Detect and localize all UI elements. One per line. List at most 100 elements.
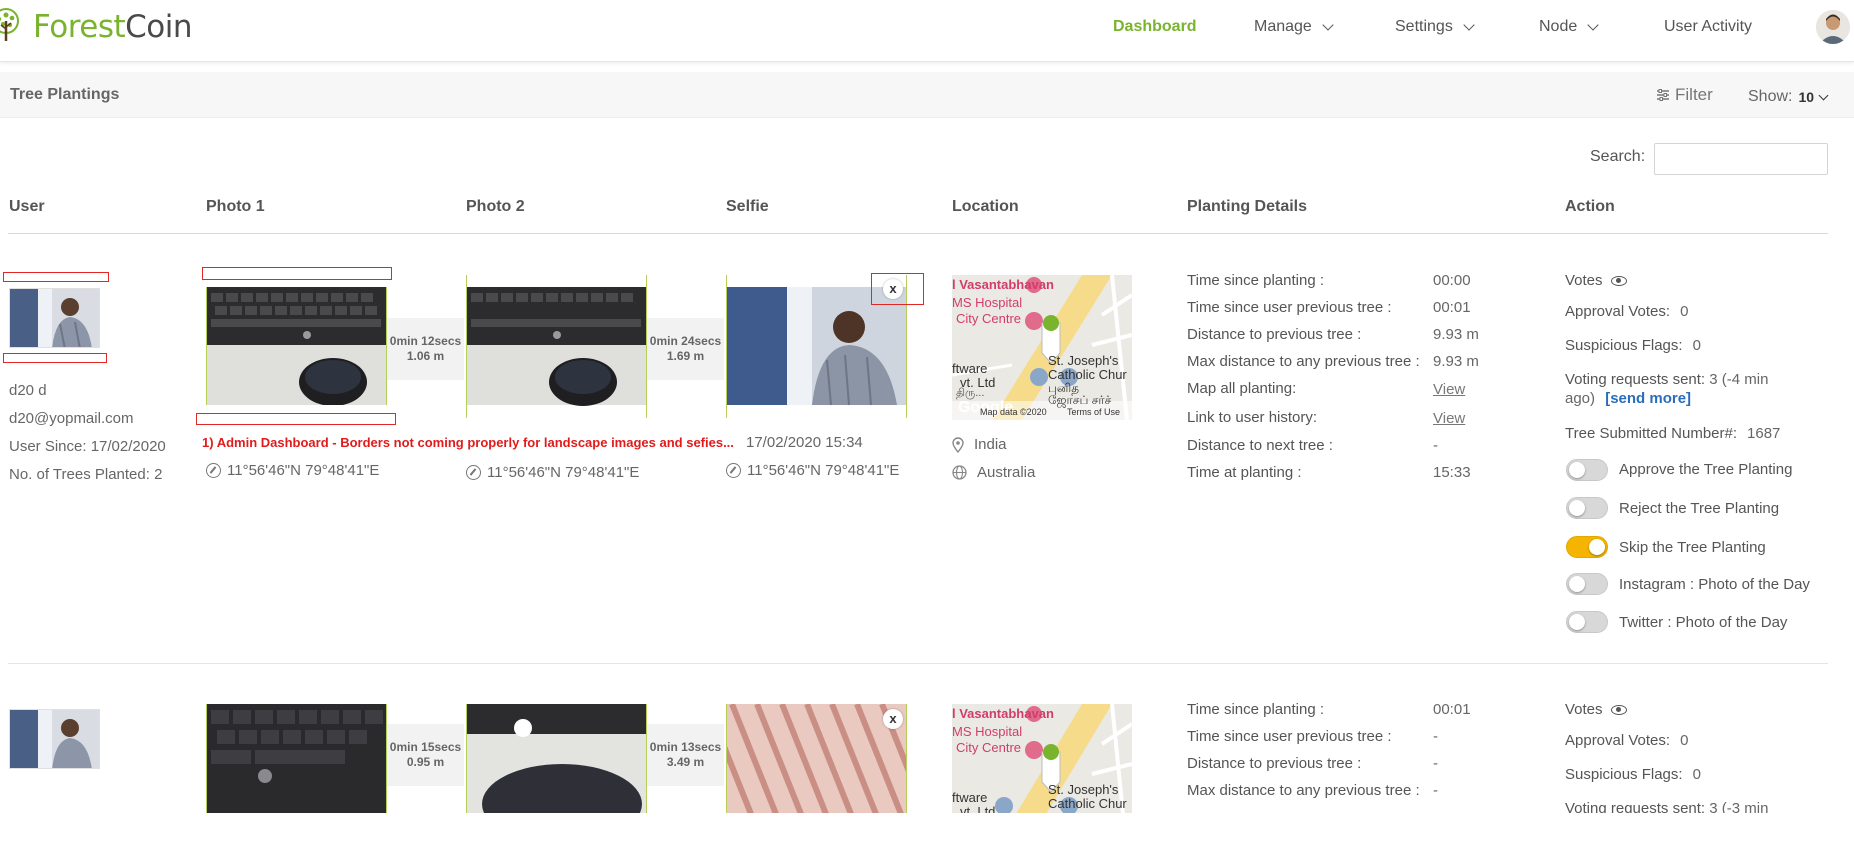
user-photo[interactable] [9,288,100,348]
compass-icon [726,463,741,478]
pd-label: Distance to next tree : [1187,437,1333,454]
col-header-selfie[interactable]: Selfie [726,198,769,216]
col-header-planting-details[interactable]: Planting Details [1187,198,1307,216]
votes-label: Votes [1565,701,1603,718]
keyboard-photo [207,704,386,814]
map-label: MS Hospital [952,295,1023,310]
forestcoin-logo[interactable]: ForestCoin [0,5,193,49]
tree-logo-icon [0,8,19,41]
table-row-2: 0min 15secs 0.95 m 0min 13secs 3.49 m x [0,664,1854,814]
map-label: MS Hospital [952,724,1023,739]
map-attribution: Map data ©2020 [980,407,1047,417]
search-label: Search: [1590,148,1646,165]
nav-user-activity-label: User Activity [1664,18,1753,35]
pd-value: - [1433,728,1438,745]
pd-label: Distance to previous tree : [1187,755,1362,772]
filter-button[interactable]: Filter [1656,85,1713,105]
header-divider [8,233,1828,234]
gap-distance: 1.69 m [666,349,705,363]
pd-value: 15:33 [1433,464,1471,481]
location-region: Australia [952,464,1035,481]
close-icon[interactable]: x [883,279,903,299]
votes-heading[interactable]: Votes [1565,701,1627,718]
close-icon[interactable]: x [883,709,903,729]
col-header-user[interactable]: User [9,198,45,216]
map-label: l Vasantabhavan [952,277,1054,292]
eye-icon[interactable] [1610,276,1627,287]
send-more-link[interactable]: [send more] [1605,390,1691,407]
col-header-location[interactable]: Location [952,198,1019,216]
region-text: Australia [977,464,1036,481]
skip-toggle[interactable] [1566,536,1608,558]
compass-icon [466,465,481,480]
approval-votes: Approval Votes: 0 [1565,732,1688,749]
compass-icon [206,463,221,478]
nav-manage[interactable]: Manage [1254,18,1334,36]
col-header-photo2[interactable]: Photo 2 [466,198,525,216]
show-count-select[interactable]: Show: 10 [1748,88,1829,106]
user-history-view-link[interactable]: View [1433,410,1465,427]
eye-icon[interactable] [1610,705,1627,716]
map-all-view-link[interactable]: View [1433,381,1465,398]
nav-manage-label: Manage [1254,18,1312,35]
gap-time: 0min 15secs [389,740,462,754]
twitter-toggle[interactable] [1566,611,1608,633]
photo1-image[interactable] [206,287,387,405]
pd-label: Time since user previous tree : [1187,299,1392,316]
col-header-action[interactable]: Action [1565,198,1615,216]
coord-text: 11°56'46"N 79°48'41"E [487,464,640,481]
map-label: Catholic Chur [1048,367,1127,382]
user-email: d20@yopmail.com [9,410,134,427]
instagram-toggle[interactable] [1566,573,1608,595]
location-map[interactable]: l Vasantabhavan MS Hospital City Centre … [952,704,1132,814]
nav-settings[interactable]: Settings [1395,18,1475,36]
annotation-note: 1) Admin Dashboard - Borders not coming … [202,435,734,450]
annotation-rect [3,353,107,363]
instagram-toggle-label: Instagram : Photo of the Day [1619,576,1810,593]
suspicious-flags: Suspicious Flags: 0 [1565,766,1701,783]
selfie-timestamp: 17/02/2020 15:34 [746,434,863,451]
skip-toggle-label: Skip the Tree Planting [1619,539,1766,556]
search-input[interactable] [1654,143,1828,175]
striped-shirt-photo [727,704,906,814]
requests-value: 3 (-3 min [1709,800,1769,814]
approval-label: Approval Votes: [1565,732,1671,749]
location-map[interactable]: l Vasantabhavan MS Hospital City Centre … [952,275,1132,420]
pd-value: 9.93 m [1433,326,1479,343]
pd-label: Time since user previous tree : [1187,728,1392,745]
pd-label: Max distance to any previous tree : [1187,353,1420,370]
map-label: St. Joseph's [1048,782,1119,797]
approve-toggle[interactable] [1566,459,1608,481]
page-title: Tree Plantings [10,86,120,103]
selfie-image[interactable] [726,704,907,814]
location-country: India [952,436,1007,453]
selfie-coordinates: 11°56'46"N 79°48'41"E [726,462,899,479]
annotation-rect [202,267,392,280]
nav-dashboard[interactable]: Dashboard [1113,18,1197,36]
photo1-coordinates: 11°56'46"N 79°48'41"E [206,462,379,479]
gap-time: 0min 12secs [389,334,462,348]
reject-toggle[interactable] [1566,497,1608,519]
user-avatar[interactable] [1816,10,1850,44]
keyboard-mouse-photo [467,704,646,814]
nav-settings-label: Settings [1395,18,1453,35]
user-photo[interactable] [9,709,100,769]
pd-label: Max distance to any previous tree : [1187,782,1420,799]
user-photo-image [10,710,99,768]
votes-heading[interactable]: Votes [1565,272,1627,289]
photo2-image[interactable] [466,275,647,418]
requests-value-cont: ago) [1565,390,1596,407]
pd-value: - [1433,782,1438,799]
approval-votes: Approval Votes: 0 [1565,303,1688,320]
photo2-image[interactable] [466,704,647,814]
map-label: St. Joseph's [1048,353,1119,368]
col-header-photo1[interactable]: Photo 1 [206,198,265,216]
voting-requests-cont: ago) [send more] [1565,390,1691,407]
pd-value: 00:01 [1433,299,1471,316]
nav-user-activity[interactable]: User Activity [1664,18,1752,36]
map-terms-link[interactable]: Terms of Use [1067,407,1120,417]
nav-node[interactable]: Node [1539,18,1599,36]
approval-count: 0 [1680,303,1689,320]
pd-label: Map all planting: [1187,380,1297,397]
photo1-image[interactable] [206,704,387,814]
